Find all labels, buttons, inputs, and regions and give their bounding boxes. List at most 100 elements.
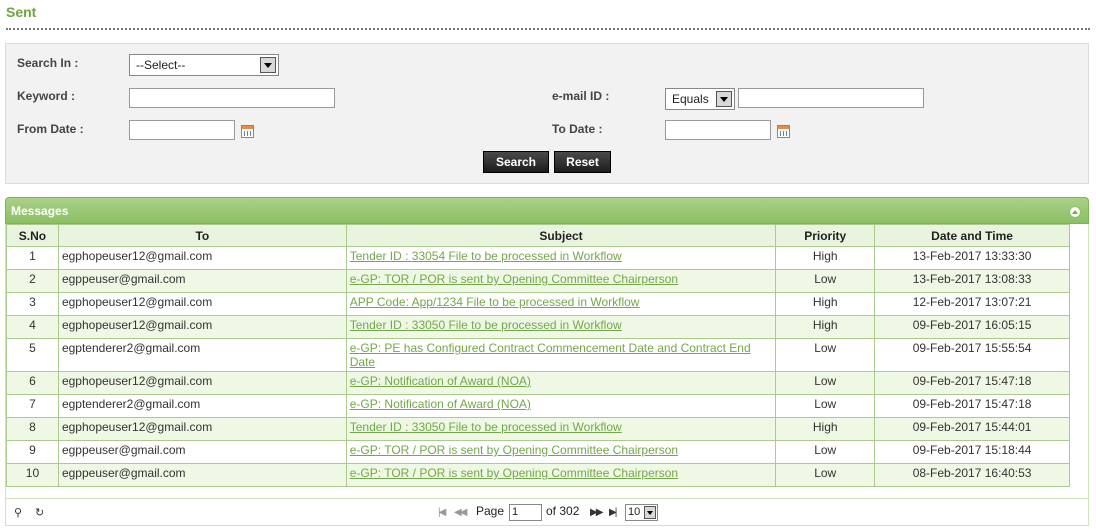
cell-datetime: 13-Feb-2017 13:08:33 — [874, 269, 1070, 293]
cell-sno: 1 — [6, 246, 59, 270]
prev-page-icon[interactable]: ◀◀ — [454, 507, 467, 518]
search-panel: Search In : --Select-- Keyword : e-mail … — [5, 43, 1089, 184]
cell-datetime: 09-Feb-2017 15:18:44 — [874, 440, 1070, 464]
chevron-down-icon — [260, 57, 276, 73]
subject-link[interactable]: e-GP: TOR / POR is sent by Opening Commi… — [350, 272, 678, 286]
cell-to: egphopeuser12@gmail.com — [57, 417, 347, 441]
cell-sno: 9 — [6, 440, 59, 464]
page-size-value: 10 — [628, 506, 641, 518]
cell-sno: 3 — [6, 292, 59, 316]
last-page-icon[interactable]: ▶| — [609, 507, 617, 518]
table-row[interactable]: 2 egppeuser@gmail.com e-GP: TOR / POR is… — [6, 269, 1070, 293]
search-in-select[interactable]: --Select-- — [129, 54, 279, 76]
messages-table: S.No To Subject Priority Date and Time 1… — [6, 224, 1070, 487]
subject-link[interactable]: e-GP: TOR / POR is sent by Opening Commi… — [350, 466, 678, 480]
cell-priority: High — [775, 417, 876, 441]
table-header-row: S.No To Subject Priority Date and Time — [6, 224, 1070, 247]
messages-grid: S.No To Subject Priority Date and Time 1… — [5, 224, 1089, 498]
title-divider — [6, 28, 1090, 30]
email-label: e-mail ID : — [552, 89, 610, 103]
column-header-datetime[interactable]: Date and Time — [874, 224, 1070, 247]
cell-priority: Low — [775, 371, 876, 395]
search-icon[interactable]: ⚲ — [14, 506, 22, 519]
cell-priority: Low — [775, 463, 876, 487]
cell-priority: Low — [775, 269, 876, 293]
calendar-icon[interactable] — [777, 125, 790, 138]
cell-datetime: 09-Feb-2017 15:44:01 — [874, 417, 1070, 441]
cell-sno: 7 — [6, 394, 59, 418]
email-input[interactable] — [738, 88, 924, 108]
cell-to: egptenderer2@gmail.com — [57, 394, 347, 418]
cell-datetime: 12-Feb-2017 13:07:21 — [874, 292, 1070, 316]
cell-sno: 4 — [6, 315, 59, 339]
next-page-icon[interactable]: ▶▶ — [590, 507, 603, 518]
subject-link[interactable]: e-GP: Notification of Award (NOA) — [350, 374, 531, 388]
table-row[interactable]: 9 egppeuser@gmail.com e-GP: TOR / POR is… — [6, 440, 1070, 464]
page-size-select[interactable]: 10 — [625, 504, 658, 521]
search-button[interactable]: Search — [483, 151, 549, 173]
table-row[interactable]: 8 egphopeuser12@gmail.com Tender ID : 33… — [6, 417, 1070, 441]
cell-datetime: 13-Feb-2017 13:33:30 — [874, 246, 1070, 270]
column-header-subject[interactable]: Subject — [345, 224, 777, 247]
subject-link[interactable]: Tender ID : 33050 File to be processed i… — [350, 318, 622, 332]
cell-sno: 5 — [6, 338, 59, 372]
search-in-value: --Select-- — [136, 58, 186, 72]
page-number-input[interactable]: 1 — [509, 504, 542, 521]
to-date-label: To Date : — [552, 122, 603, 136]
collapse-icon[interactable] — [1069, 206, 1081, 218]
messages-header: Messages — [5, 197, 1089, 224]
cell-priority: Low — [775, 394, 876, 418]
from-date-input[interactable] — [129, 120, 235, 140]
reset-button[interactable]: Reset — [554, 151, 611, 173]
column-header-sno[interactable]: S.No — [6, 224, 59, 247]
table-row[interactable]: 3 egphopeuser12@gmail.com APP Code: App/… — [6, 292, 1070, 316]
cell-to: egphopeuser12@gmail.com — [57, 246, 347, 270]
subject-link[interactable]: e-GP: PE has Configured Contract Commenc… — [350, 341, 751, 369]
calendar-icon[interactable] — [241, 125, 254, 138]
page-title: Sent — [6, 4, 37, 20]
first-page-icon[interactable]: |◀ — [438, 507, 446, 518]
cell-priority: Low — [775, 338, 876, 372]
chevron-down-icon — [716, 91, 732, 107]
search-in-label: Search In : — [17, 56, 79, 70]
to-date-input[interactable] — [665, 120, 771, 140]
from-date-label: From Date : — [17, 122, 84, 136]
table-row[interactable]: 1 egphopeuser12@gmail.com Tender ID : 33… — [6, 246, 1070, 270]
chevron-down-icon — [644, 506, 656, 519]
cell-to: egphopeuser12@gmail.com — [57, 315, 347, 339]
cell-to: egppeuser@gmail.com — [57, 269, 347, 293]
subject-link[interactable]: e-GP: TOR / POR is sent by Opening Commi… — [350, 443, 678, 457]
cell-priority: High — [775, 315, 876, 339]
cell-to: egppeuser@gmail.com — [57, 440, 347, 464]
keyword-input[interactable] — [129, 88, 335, 108]
cell-priority: High — [775, 292, 876, 316]
table-row[interactable]: 5 egptenderer2@gmail.com e-GP: PE has Co… — [6, 338, 1070, 372]
cell-to: egppeuser@gmail.com — [57, 463, 347, 487]
column-header-priority[interactable]: Priority — [775, 224, 876, 247]
cell-to: egphopeuser12@gmail.com — [57, 371, 347, 395]
cell-sno: 8 — [6, 417, 59, 441]
column-header-to[interactable]: To — [57, 224, 347, 247]
cell-datetime: 08-Feb-2017 16:40:53 — [874, 463, 1070, 487]
email-operator-select[interactable]: Equals — [665, 88, 735, 110]
table-row[interactable]: 4 egphopeuser12@gmail.com Tender ID : 33… — [6, 315, 1070, 339]
subject-link[interactable]: APP Code: App/1234 File to be processed … — [350, 295, 640, 309]
page-total: of 302 — [546, 504, 580, 518]
cell-datetime: 09-Feb-2017 15:47:18 — [874, 371, 1070, 395]
subject-link[interactable]: Tender ID : 33050 File to be processed i… — [350, 420, 622, 434]
cell-datetime: 09-Feb-2017 16:05:15 — [874, 315, 1070, 339]
cell-sno: 10 — [6, 463, 59, 487]
cell-sno: 6 — [6, 371, 59, 395]
table-row[interactable]: 6 egphopeuser12@gmail.com e-GP: Notifica… — [6, 371, 1070, 395]
subject-link[interactable]: e-GP: Notification of Award (NOA) — [350, 397, 531, 411]
table-row[interactable]: 7 egptenderer2@gmail.com e-GP: Notificat… — [6, 394, 1070, 418]
table-row[interactable]: 10 egppeuser@gmail.com e-GP: TOR / POR i… — [6, 463, 1070, 487]
cell-to: egptenderer2@gmail.com — [57, 338, 347, 372]
cell-to: egphopeuser12@gmail.com — [57, 292, 347, 316]
keyword-label: Keyword : — [17, 89, 76, 103]
email-operator-value: Equals — [672, 92, 709, 106]
refresh-icon[interactable]: ↻ — [35, 506, 44, 519]
subject-link[interactable]: Tender ID : 33054 File to be processed i… — [350, 249, 622, 263]
cell-sno: 2 — [6, 269, 59, 293]
page-label: Page — [476, 504, 505, 518]
